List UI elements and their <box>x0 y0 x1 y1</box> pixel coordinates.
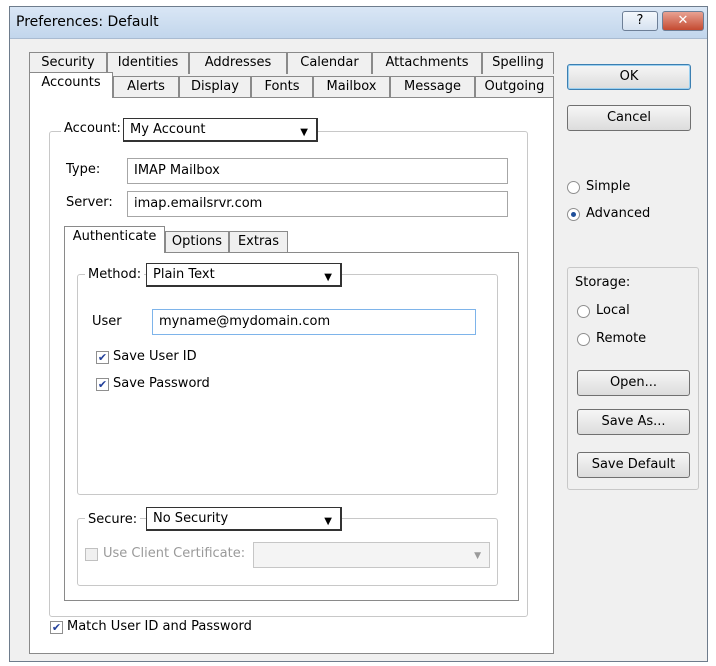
open-button[interactable]: Open... <box>577 370 690 396</box>
use-client-certificate-label: Use Client Certificate: <box>103 546 246 561</box>
subtab-authenticate[interactable]: Authenticate <box>64 226 165 253</box>
tab-fonts[interactable]: Fonts <box>251 76 313 98</box>
save-password-checkbox[interactable]: ✔ <box>96 378 109 391</box>
local-label: Local <box>596 303 630 318</box>
type-field[interactable]: IMAP Mailbox <box>127 158 508 184</box>
simple-radio[interactable] <box>567 181 580 194</box>
local-radio[interactable] <box>577 305 590 318</box>
tab-calendar[interactable]: Calendar <box>287 52 372 74</box>
method-label: Method: <box>85 267 145 282</box>
secure-select[interactable]: No Security ▼ <box>146 507 342 531</box>
secure-value: No Security <box>153 511 229 526</box>
save-password-label: Save Password <box>113 376 210 391</box>
server-field[interactable]: imap.emailsrvr.com <box>127 191 508 217</box>
tab-alerts[interactable]: Alerts <box>113 76 179 98</box>
storage-label: Storage: <box>575 275 631 290</box>
preferences-window: Preferences: Default ? ✕ Security Identi… <box>9 6 708 662</box>
tab-message[interactable]: Message <box>390 76 475 98</box>
use-client-certificate-checkbox[interactable] <box>85 548 98 561</box>
tab-addresses[interactable]: Addresses <box>189 52 287 74</box>
save-default-button[interactable]: Save Default <box>577 452 690 478</box>
tab-identities[interactable]: Identities <box>107 52 189 74</box>
window-title: Preferences: Default <box>16 14 159 30</box>
tab-display[interactable]: Display <box>179 76 251 98</box>
accounts-panel: Account: My Account ▼ Type: IMAP Mailbox… <box>29 97 554 654</box>
secure-label: Secure: <box>85 512 141 527</box>
method-value: Plain Text <box>153 267 215 282</box>
tab-attachments[interactable]: Attachments <box>372 52 482 74</box>
account-label: Account: <box>61 121 124 136</box>
account-select[interactable]: My Account ▼ <box>123 118 318 142</box>
method-select[interactable]: Plain Text ▼ <box>146 263 342 287</box>
client-certificate-select[interactable]: ▼ <box>253 542 490 568</box>
save-as-button[interactable]: Save As... <box>577 409 690 435</box>
tab-accounts[interactable]: Accounts <box>29 72 113 98</box>
tab-outgoing[interactable]: Outgoing <box>475 76 554 98</box>
match-user-id-password-label: Match User ID and Password <box>67 619 252 634</box>
dropdown-arrow-icon: ▼ <box>300 127 308 138</box>
cancel-button[interactable]: Cancel <box>567 105 691 131</box>
tab-security[interactable]: Security <box>29 52 107 74</box>
save-user-id-label: Save User ID <box>113 349 197 364</box>
remote-radio[interactable] <box>577 333 590 346</box>
user-label: User <box>92 314 122 329</box>
authenticate-panel: Method: Plain Text ▼ User myname@mydomai… <box>64 252 519 601</box>
dropdown-arrow-icon: ▼ <box>324 516 332 527</box>
server-label: Server: <box>66 195 113 210</box>
subtab-extras[interactable]: Extras <box>229 231 288 253</box>
save-user-id-checkbox[interactable]: ✔ <box>96 351 109 364</box>
advanced-radio[interactable] <box>567 208 580 221</box>
account-value: My Account <box>130 122 206 137</box>
ok-button[interactable]: OK <box>567 64 691 90</box>
dropdown-arrow-icon: ▼ <box>324 272 332 283</box>
title-bar: Preferences: Default ? ✕ <box>10 7 707 39</box>
simple-label: Simple <box>586 179 631 194</box>
close-button[interactable]: ✕ <box>662 11 704 31</box>
remote-label: Remote <box>596 331 647 346</box>
match-user-id-password-checkbox[interactable]: ✔ <box>50 621 63 634</box>
advanced-label: Advanced <box>586 206 651 221</box>
dropdown-arrow-icon: ▼ <box>474 551 481 561</box>
tab-mailbox[interactable]: Mailbox <box>313 76 390 98</box>
subtab-options[interactable]: Options <box>165 231 229 253</box>
help-button[interactable]: ? <box>622 11 658 31</box>
tab-spelling[interactable]: Spelling <box>482 52 554 74</box>
user-input[interactable]: myname@mydomain.com <box>152 309 476 335</box>
type-label: Type: <box>66 162 101 177</box>
